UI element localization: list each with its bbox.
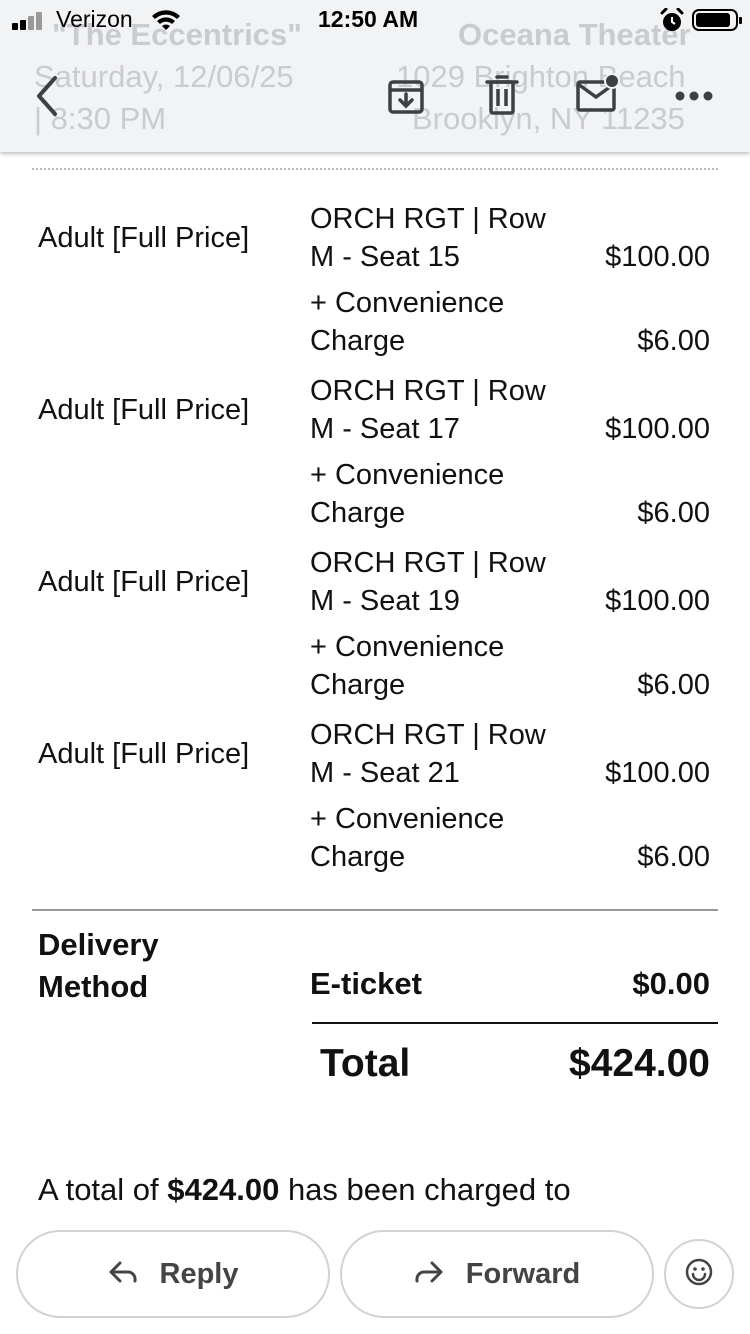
- ticket-type: Adult [Full Price]: [38, 222, 250, 254]
- ticket-price: $100.00: [605, 585, 710, 617]
- fee-line-1: + Convenience: [310, 803, 505, 835]
- fee-price: $6.00: [637, 497, 710, 529]
- fee-line-1: + Convenience: [310, 459, 505, 491]
- alarm-icon: [660, 7, 684, 34]
- delivery-price: $0.00: [632, 966, 710, 1001]
- seat-line-2: M - Seat 21: [310, 757, 460, 789]
- mark-unread-icon[interactable]: [574, 72, 624, 116]
- delivery-method-label: Delivery Method: [38, 924, 159, 1008]
- ticket-row: Adult [Full Price] ORCH RGT | Row M - Se…: [0, 196, 750, 368]
- ghost-venue-address-1: 1029 Brighton Beach: [396, 59, 686, 94]
- total-label: Total: [320, 1042, 411, 1085]
- ticket-type: Adult [Full Price]: [38, 394, 250, 426]
- ticket-row: Adult [Full Price] ORCH RGT | Row M - Se…: [0, 368, 750, 540]
- fee-line-2: Charge: [310, 669, 406, 701]
- total-value: $424.00: [569, 1042, 710, 1085]
- seat-line-1: ORCH RGT | Row: [310, 547, 546, 579]
- smiley-icon: [684, 1257, 714, 1292]
- forward-icon: [414, 1260, 444, 1289]
- wifi-icon: [150, 8, 182, 32]
- reply-button[interactable]: Reply: [16, 1230, 330, 1318]
- fee-price: $6.00: [637, 669, 710, 701]
- status-bar: Verizon 12:50 AM: [0, 0, 750, 42]
- ticket-type: Adult [Full Price]: [38, 738, 250, 770]
- ticket-type: Adult [Full Price]: [38, 566, 250, 598]
- ghost-venue-address-2: Brooklyn, NY 11235: [412, 101, 685, 136]
- seat-line-2: M - Seat 15: [310, 241, 460, 273]
- ticket-price: $100.00: [605, 241, 710, 273]
- section-divider: [32, 909, 718, 911]
- delivery-label-line-2: Method: [38, 969, 149, 1004]
- trash-icon[interactable]: [482, 72, 522, 118]
- cellular-signal-icon: [12, 12, 48, 30]
- ghost-event-date: Saturday, 12/06/25: [34, 59, 294, 94]
- back-icon[interactable]: [24, 72, 68, 120]
- charged-text: A total of $424.00 has been charged to: [38, 1172, 571, 1208]
- forward-button[interactable]: Forward: [340, 1230, 654, 1318]
- ticket-row: Adult [Full Price] ORCH RGT | Row M - Se…: [0, 540, 750, 712]
- fee-line-2: Charge: [310, 841, 406, 873]
- bottom-action-bar: Reply Forward: [0, 1214, 750, 1334]
- dotted-divider: [32, 168, 718, 170]
- seat-line-1: ORCH RGT | Row: [310, 203, 546, 235]
- ticket-price: $100.00: [605, 413, 710, 445]
- total-divider: [312, 1022, 718, 1024]
- seat-line-1: ORCH RGT | Row: [310, 375, 546, 407]
- battery-icon: [692, 9, 742, 31]
- fee-price: $6.00: [637, 841, 710, 873]
- seat-line-2: M - Seat 19: [310, 585, 460, 617]
- charged-amount: $424.00: [167, 1172, 280, 1207]
- fee-price: $6.00: [637, 325, 710, 357]
- more-icon[interactable]: [672, 82, 716, 110]
- fee-line-1: + Convenience: [310, 631, 505, 663]
- fee-line-2: Charge: [310, 497, 406, 529]
- archive-icon[interactable]: [384, 74, 428, 118]
- fee-line-2: Charge: [310, 325, 406, 357]
- carrier-name: Verizon: [56, 6, 133, 32]
- emoji-reaction-button[interactable]: [664, 1239, 734, 1309]
- ticket-row: Adult [Full Price] ORCH RGT | Row M - Se…: [0, 712, 750, 884]
- fee-line-1: + Convenience: [310, 287, 505, 319]
- reply-icon: [108, 1260, 138, 1289]
- forward-label: Forward: [465, 1257, 581, 1290]
- delivery-method-value: E-ticket: [310, 966, 422, 1001]
- status-time: 12:50 AM: [318, 6, 419, 32]
- seat-line-2: M - Seat 17: [310, 413, 460, 445]
- top-app-bar: "The Eccentrics" Oceana Theater Saturday…: [0, 0, 750, 152]
- seat-line-1: ORCH RGT | Row: [310, 719, 546, 751]
- delivery-label-line-1: Delivery: [38, 927, 159, 962]
- reply-label: Reply: [159, 1257, 239, 1290]
- charged-suffix: has been charged to: [279, 1172, 571, 1207]
- ticket-price: $100.00: [605, 757, 710, 789]
- charged-prefix: A total of: [38, 1172, 168, 1207]
